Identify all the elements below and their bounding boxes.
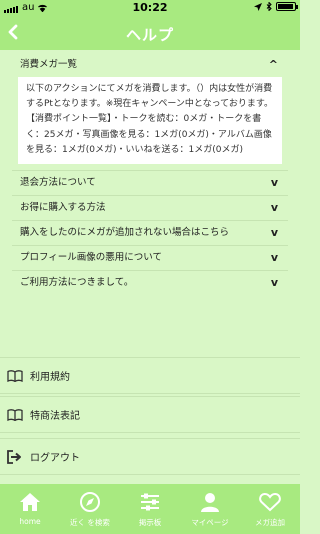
faq-list: 消費メガ一覧 ^ 以下のアクションにてメガを消費します。（）内は女性が消費するP… [12, 53, 288, 296]
tab-mypage[interactable]: マイページ [180, 484, 240, 534]
faq-question[interactable]: 消費メガ一覧 ^ [20, 53, 280, 77]
menu-label: 特商法表記 [30, 411, 80, 422]
faq-question-label: 退会方法について [20, 177, 96, 189]
tab-label: 掲示板 [138, 518, 162, 527]
tab-nearby-search[interactable]: 近く を検索 [60, 484, 120, 534]
header: ヘルプ [0, 16, 300, 50]
faq-question-label: プロフィール画像の悪用について [20, 252, 163, 264]
faq-item-profile-misuse[interactable]: プロフィール画像の悪用について v [12, 246, 288, 272]
caret-up-icon: ^ [268, 58, 278, 71]
menu-commercial-law[interactable]: 特商法表記 [0, 396, 300, 433]
faq-question[interactable]: ご利用方法につきまして。 v [20, 271, 280, 295]
tab-label: メガ追加 [255, 518, 285, 527]
faq-item-usage[interactable]: ご利用方法につきまして。 v [12, 271, 288, 295]
tab-add-mega[interactable]: メガ追加 [240, 484, 300, 534]
bluetooth-icon [266, 2, 272, 11]
tab-label: マイページ [191, 518, 229, 527]
menu-logout[interactable]: ログアウト [0, 438, 300, 475]
faq-question[interactable]: 購入をしたのにメガが追加されない場合はこちら v [20, 221, 280, 245]
menu-label: 利用規約 [30, 372, 70, 383]
book-icon [4, 408, 26, 421]
menu-terms[interactable]: 利用規約 [0, 357, 300, 394]
faq-question-label: 購入をしたのにメガが追加されない場合はこちら [20, 227, 230, 239]
faq-question-label: お得に購入する方法 [20, 202, 106, 214]
faq-question[interactable]: お得に購入する方法 v [20, 196, 280, 220]
caret-down-icon: v [270, 251, 278, 265]
tab-label: home [19, 517, 41, 526]
caret-down-icon: v [270, 201, 278, 215]
caret-down-icon: v [270, 276, 278, 290]
menu-label: ログアウト [30, 453, 80, 464]
faq-question[interactable]: プロフィール画像の悪用について v [20, 246, 280, 270]
battery-icon [276, 2, 298, 11]
compass-icon [79, 490, 101, 514]
tab-board[interactable]: 掲示板 [120, 484, 180, 534]
faq-question[interactable]: 退会方法について v [20, 171, 280, 195]
tab-label: 近く を検索 [70, 518, 110, 527]
faq-question-label: ご利用方法につきまして。 [20, 277, 134, 289]
logout-icon [4, 449, 26, 464]
user-icon [199, 490, 221, 514]
heart-icon [259, 490, 281, 514]
caret-down-icon: v [270, 226, 278, 240]
tab-bar: home 近く を検索 掲示板 マイページ メガ追加 [0, 484, 300, 534]
book-icon [4, 369, 26, 382]
faq-answer: 以下のアクションにてメガを消費します。（）内は女性が消費するPtとなります。※現… [18, 77, 282, 165]
faq-item-mega-list[interactable]: 消費メガ一覧 ^ 以下のアクションにてメガを消費します。（）内は女性が消費するP… [12, 53, 288, 172]
faq-item-purchase-missing[interactable]: 購入をしたのにメガが追加されない場合はこちら v [12, 221, 288, 247]
faq-item-withdraw[interactable]: 退会方法について v [12, 171, 288, 197]
faq-item-purchase-deal[interactable]: お得に購入する方法 v [12, 196, 288, 222]
caret-down-icon: v [270, 176, 278, 190]
page-title: ヘルプ [125, 26, 174, 44]
tab-home[interactable]: home [0, 484, 60, 534]
sliders-icon [139, 490, 161, 514]
location-icon [254, 2, 262, 11]
faq-question-label: 消費メガ一覧 [20, 59, 78, 70]
home-icon [19, 490, 41, 514]
status-bar: au 10:22 [0, 0, 300, 16]
